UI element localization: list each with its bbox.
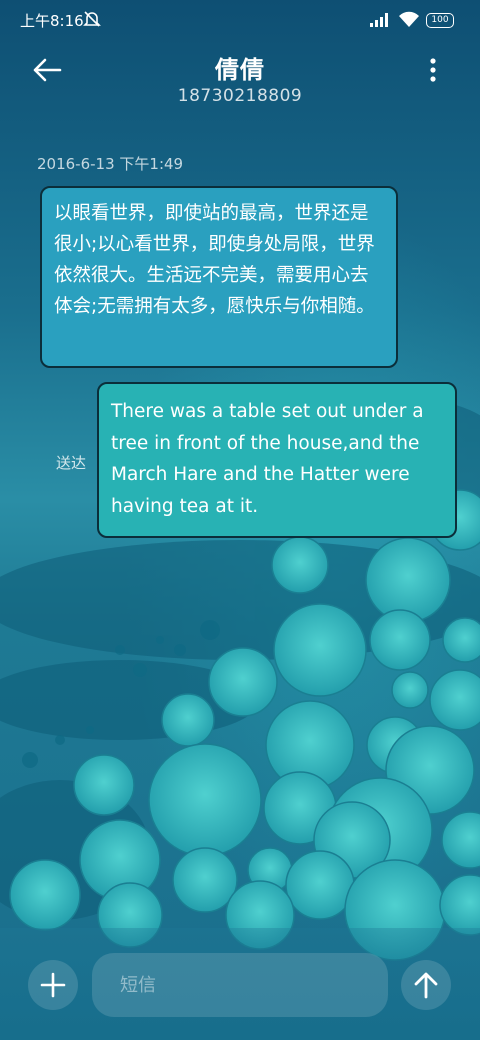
contact-name: 倩倩: [215, 56, 265, 84]
more-vertical-icon[interactable]: [420, 56, 446, 84]
status-bar: 上午8:16 100: [0, 0, 480, 42]
battery-icon: 100: [426, 13, 454, 28]
status-time: 上午8:16: [20, 12, 84, 30]
signal-icon: [369, 12, 391, 28]
wifi-icon: [397, 10, 421, 28]
message-input[interactable]: [92, 953, 388, 1017]
outgoing-message-bubble[interactable]: There was a table set out under a tree i…: [97, 382, 457, 538]
phone-number: 18730218809: [177, 86, 303, 106]
mute-icon: [82, 9, 102, 29]
message-timestamp: 2016-6-13 下午1:49: [37, 155, 184, 173]
chat-header: 倩倩 18730218809: [0, 42, 480, 120]
outgoing-message-text: There was a table set out under a tree i…: [111, 401, 424, 517]
delivery-status: 送达: [56, 454, 87, 472]
plus-icon[interactable]: [28, 960, 78, 1010]
incoming-message-bubble[interactable]: 以眼看世界，即使站的最高，世界还是很小;以心看世界，即使身处局限，世界依然很大。…: [40, 186, 398, 368]
incoming-message-text: 以眼看世界，即使站的最高，世界还是很小;以心看世界，即使身处局限，世界依然很大。…: [54, 203, 375, 317]
send-arrow-icon[interactable]: [401, 960, 451, 1010]
